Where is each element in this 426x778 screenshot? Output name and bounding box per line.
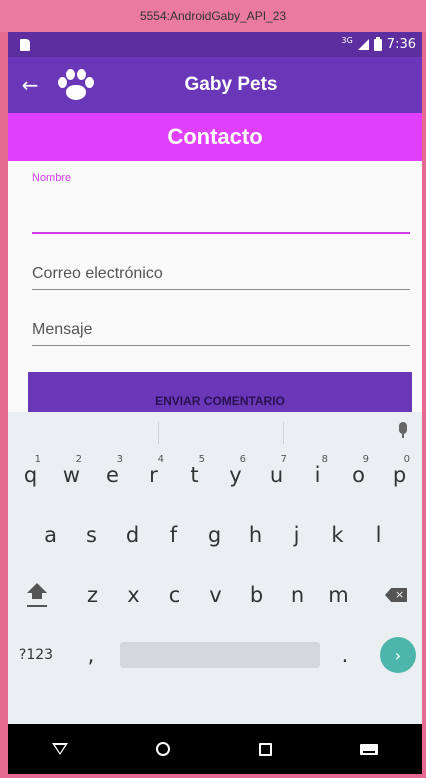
backspace-icon: × bbox=[385, 588, 407, 602]
key-j[interactable]: j bbox=[276, 510, 317, 560]
key-b[interactable]: b bbox=[236, 570, 277, 620]
key-o[interactable]: 9o bbox=[338, 450, 379, 500]
key-a[interactable]: a bbox=[30, 510, 71, 560]
suggestion-divider bbox=[283, 422, 284, 444]
key-s[interactable]: s bbox=[71, 510, 112, 560]
signal-icon bbox=[357, 39, 369, 50]
symbols-key[interactable]: ?123 bbox=[14, 630, 58, 680]
nav-keyboard-icon[interactable] bbox=[359, 743, 378, 755]
suggestion-strip bbox=[8, 412, 422, 450]
key-z[interactable]: z bbox=[72, 570, 113, 620]
status-bar: 3G 7:36 bbox=[8, 32, 422, 57]
key-hint: 3 bbox=[116, 454, 123, 465]
key-k[interactable]: k bbox=[317, 510, 358, 560]
app-bar: ← Gaby Pets bbox=[8, 57, 422, 113]
key-hint: 1 bbox=[34, 454, 41, 465]
key-h[interactable]: h bbox=[235, 510, 276, 560]
status-right: 3G 7:36 bbox=[341, 36, 417, 52]
key-label: i bbox=[314, 463, 321, 487]
device-screen: 3G 7:36 ← Gaby Pets Contacto Nombre Corr… bbox=[8, 32, 422, 774]
key-row-3: × zxcvbnm bbox=[8, 570, 422, 620]
battery-icon bbox=[373, 36, 382, 51]
key-label: r bbox=[149, 463, 158, 487]
name-label: Nombre bbox=[32, 172, 72, 184]
key-g[interactable]: g bbox=[194, 510, 235, 560]
send-comment-button[interactable]: ENVIAR COMENTARIO bbox=[28, 372, 412, 412]
key-hint: 9 bbox=[362, 454, 369, 465]
key-p[interactable]: 0p bbox=[379, 450, 420, 500]
key-label: t bbox=[190, 463, 199, 487]
sd-card-icon bbox=[20, 38, 30, 51]
backspace-key[interactable]: × bbox=[376, 570, 416, 620]
soft-keyboard: 1q2w3e4r5t6y7u8i9o0p asdfghjkl × zxcvbnm… bbox=[8, 412, 422, 724]
paw-logo-icon bbox=[50, 65, 100, 105]
chevron-right-icon: › bbox=[394, 645, 402, 665]
key-label: o bbox=[352, 463, 365, 487]
key-y[interactable]: 6y bbox=[215, 450, 256, 500]
key-hint: 5 bbox=[198, 454, 205, 465]
key-hint: 6 bbox=[239, 454, 246, 465]
key-e[interactable]: 3e bbox=[92, 450, 133, 500]
nav-back-icon[interactable] bbox=[52, 743, 69, 755]
key-w[interactable]: 2w bbox=[51, 450, 92, 500]
email-field-group bbox=[32, 234, 410, 290]
key-label: p bbox=[392, 463, 407, 487]
nav-home-icon[interactable] bbox=[156, 742, 171, 756]
key-l[interactable]: l bbox=[358, 510, 399, 560]
microphone-icon[interactable] bbox=[398, 422, 408, 438]
key-i[interactable]: 8i bbox=[297, 450, 338, 500]
contact-form: Nombre bbox=[32, 172, 410, 346]
nav-recents-icon[interactable] bbox=[258, 742, 272, 756]
name-input[interactable] bbox=[32, 190, 410, 220]
key-c[interactable]: c bbox=[154, 570, 195, 620]
emulator-title: 5554:AndroidGaby_API_23 bbox=[0, 0, 426, 32]
key-hint: 8 bbox=[321, 454, 328, 465]
section-title: Contacto bbox=[8, 113, 422, 161]
key-f[interactable]: f bbox=[153, 510, 194, 560]
space-key[interactable] bbox=[120, 642, 320, 668]
key-hint: 7 bbox=[280, 454, 287, 465]
key-q[interactable]: 1q bbox=[10, 450, 51, 500]
key-hint: 2 bbox=[75, 454, 82, 465]
shift-icon bbox=[27, 583, 47, 607]
key-u[interactable]: 7u bbox=[256, 450, 297, 500]
name-field-underline bbox=[32, 184, 410, 234]
period-key[interactable]: . bbox=[330, 630, 360, 680]
shift-key[interactable] bbox=[18, 570, 56, 620]
key-hint: 4 bbox=[157, 454, 164, 465]
key-x[interactable]: x bbox=[113, 570, 154, 620]
key-label: e bbox=[106, 463, 119, 487]
emulator-window: 5554:AndroidGaby_API_23 3G 7:36 ← Gaby P… bbox=[0, 0, 426, 778]
key-d[interactable]: d bbox=[112, 510, 153, 560]
key-label: u bbox=[269, 463, 284, 487]
network-type: 3G bbox=[341, 36, 353, 45]
key-m[interactable]: m bbox=[318, 570, 359, 620]
key-label: y bbox=[229, 463, 242, 487]
suggestion-divider bbox=[158, 422, 159, 444]
app-title: Gaby Pets bbox=[184, 74, 278, 95]
key-label: w bbox=[62, 463, 81, 487]
message-field-group bbox=[32, 290, 410, 346]
email-input[interactable] bbox=[32, 265, 410, 289]
key-hint: 0 bbox=[403, 454, 410, 465]
comma-key[interactable]: , bbox=[76, 630, 106, 680]
name-field-group: Nombre bbox=[32, 172, 410, 234]
status-time: 7:36 bbox=[386, 37, 416, 52]
key-label: q bbox=[23, 463, 38, 487]
key-row-2: asdfghjkl bbox=[8, 510, 422, 560]
navigation-bar bbox=[8, 724, 422, 774]
key-r[interactable]: 4r bbox=[133, 450, 174, 500]
back-arrow-icon[interactable]: ← bbox=[10, 73, 50, 97]
enter-key[interactable]: › bbox=[380, 637, 416, 673]
key-v[interactable]: v bbox=[195, 570, 236, 620]
key-row-4: ?123 , . › bbox=[8, 630, 422, 680]
key-n[interactable]: n bbox=[277, 570, 318, 620]
key-t[interactable]: 5t bbox=[174, 450, 215, 500]
key-row-1: 1q2w3e4r5t6y7u8i9o0p bbox=[8, 450, 422, 500]
message-input[interactable] bbox=[32, 321, 410, 345]
